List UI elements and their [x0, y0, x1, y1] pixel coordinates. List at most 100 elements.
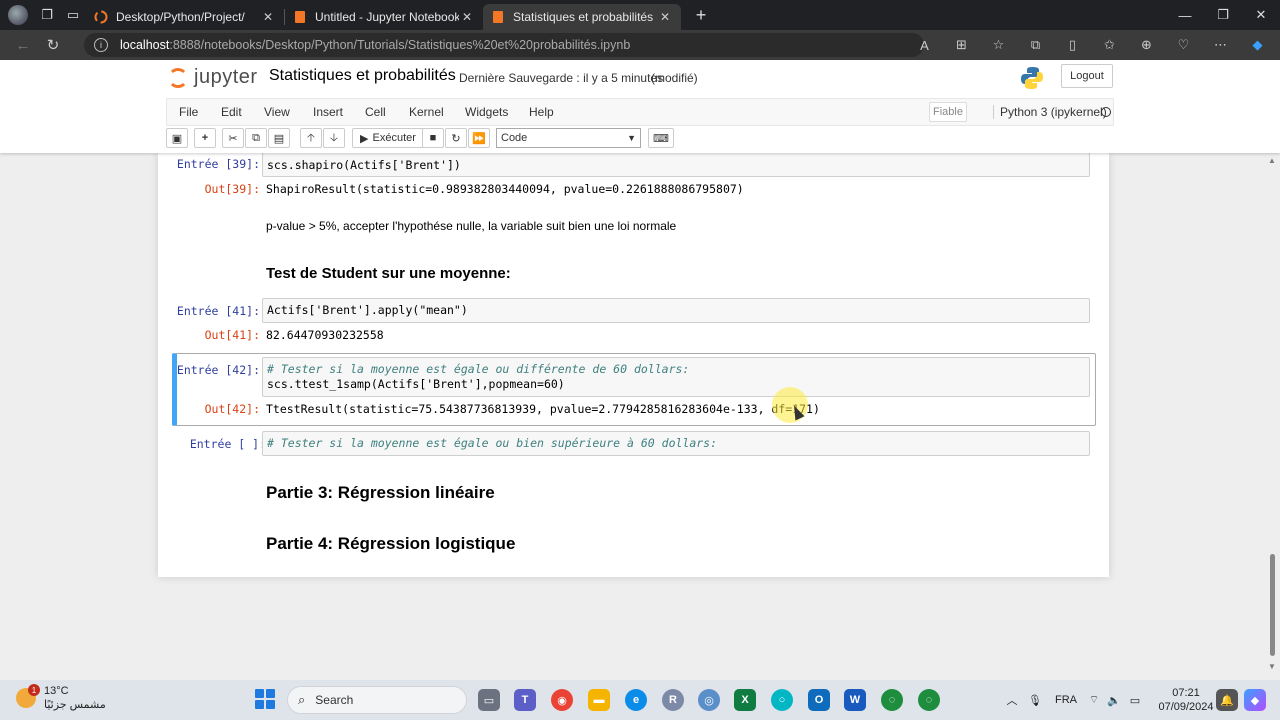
cut-icon[interactable]: ✂ [222, 128, 244, 148]
notification-bell-icon[interactable]: 🔔 [1216, 689, 1238, 711]
wifi-icon[interactable]: ⌔ [1084, 693, 1104, 707]
teams-icon[interactable]: T [514, 689, 536, 711]
restart-icon[interactable]: ↻ [445, 128, 467, 148]
app-ring-icon-2[interactable]: ◌ [918, 689, 940, 711]
favorite-star-icon[interactable]: ☆ [980, 30, 1017, 60]
favorites-icon[interactable]: ✩ [1091, 30, 1128, 60]
new-tab-icon[interactable]: + [689, 5, 713, 26]
code-input[interactable]: # Tester si la moyenne est égale ou diff… [262, 357, 1090, 397]
close-icon[interactable]: ✕ [657, 10, 673, 24]
menu-widgets[interactable]: Widgets [465, 105, 508, 119]
profile-avatar[interactable] [8, 5, 28, 25]
paste-icon[interactable]: ▤ [268, 128, 290, 148]
tab-statistiques[interactable]: Statistiques et probabilités - Jupy ✕ [483, 4, 681, 30]
scrollbar-thumb[interactable] [1270, 554, 1275, 656]
menu-file[interactable]: File [179, 105, 198, 119]
chrome-icon[interactable]: ◉ [551, 689, 573, 711]
notebook-title[interactable]: Statistiques et probabilités [269, 67, 456, 85]
copilot-taskbar-icon[interactable]: ◆ [1244, 689, 1266, 711]
workspaces-icon[interactable]: ❐ [34, 0, 60, 30]
start-button[interactable] [255, 689, 275, 709]
close-icon[interactable]: ✕ [459, 10, 475, 24]
move-up-icon[interactable]: 🡡 [300, 128, 322, 148]
microphone-icon[interactable]: 🎙 [1022, 694, 1048, 707]
minimize-icon[interactable]: — [1166, 0, 1204, 30]
taskbar-search[interactable]: ⌕ Search [287, 686, 467, 714]
cell-output: TtestResult(statistic=75.54387736813939,… [266, 402, 820, 416]
logout-button[interactable]: Logout [1061, 64, 1113, 88]
more-icon[interactable]: ⋯ [1202, 30, 1239, 60]
menu-cell[interactable]: Cell [365, 105, 386, 119]
r-icon[interactable]: R [662, 689, 684, 711]
weather-description: مشمس جزئيًا [44, 699, 106, 711]
markdown-text: p-value > 5%, accepter l'hypothése nulle… [266, 219, 677, 233]
windows-taskbar: 1 13°C مشمس جزئيًا ⌕ Search ▭ T ◉ ▬ e R … [0, 680, 1280, 720]
close-window-icon[interactable]: ✕ [1242, 0, 1280, 30]
copilot-icon[interactable]: ◆ [1239, 30, 1276, 60]
browser-address-bar: ← ↻ i localhost:8888/notebooks/Desktop/P… [0, 30, 1280, 60]
url-host: localhost [120, 38, 170, 52]
cell-type-select[interactable]: Code ▼ [496, 128, 641, 148]
kernel-name[interactable]: Python 3 (ipykernel) [993, 105, 1107, 119]
cursor-highlight [772, 387, 808, 423]
extensions-icon[interactable]: ⧉ [1017, 30, 1054, 60]
excel-icon[interactable]: X [734, 689, 756, 711]
outlook-icon[interactable]: O [808, 689, 830, 711]
split-screen-icon[interactable]: ▯ [1054, 30, 1091, 60]
reload-icon[interactable]: ↻ [38, 30, 68, 60]
copy-icon[interactable]: ⧉ [245, 128, 267, 148]
output-prompt: Out[42]: [204, 402, 260, 416]
code-input[interactable]: scs.shapiro(Actifs['Brent']) [262, 151, 1090, 177]
menu-edit[interactable]: Edit [221, 105, 242, 119]
tab-label: Untitled - Jupyter Notebook [315, 10, 459, 24]
tab-actions-icon[interactable]: ▭ [60, 0, 86, 30]
language-indicator[interactable]: FRA [1048, 694, 1084, 706]
run-button[interactable]: ▶ Exécuter [352, 128, 424, 148]
menu-view[interactable]: View [264, 105, 290, 119]
input-prompt: Entrée [ ]: [189, 437, 266, 451]
insert-cell-icon[interactable]: + [194, 128, 216, 148]
volume-icon[interactable]: 🔈 [1104, 694, 1124, 707]
jupyter-logo[interactable]: jupyter [168, 66, 258, 89]
weather-widget[interactable]: 1 13°C مشمس جزئيًا [16, 684, 106, 712]
tab-desktop-project[interactable]: Desktop/Python/Project/ ✕ [86, 4, 284, 30]
menu-kernel[interactable]: Kernel [409, 105, 444, 119]
scroll-down-icon[interactable]: ▼ [1268, 662, 1276, 671]
move-down-icon[interactable]: 🡣 [323, 128, 345, 148]
save-icon[interactable]: ▣ [166, 128, 188, 148]
file-explorer-icon[interactable]: ▬ [588, 689, 610, 711]
python-idle-icon[interactable]: ◎ [698, 689, 720, 711]
code-input[interactable]: Actifs['Brent'].apply("mean") [262, 298, 1090, 323]
close-icon[interactable]: ✕ [260, 10, 276, 24]
menu-insert[interactable]: Insert [313, 105, 343, 119]
tab-label: Statistiques et probabilités - Jupy [513, 10, 657, 24]
collections-icon[interactable]: ⊕ [1128, 30, 1165, 60]
code-input[interactable]: # Tester si la moyenne est égale ou bien… [262, 431, 1090, 456]
taskbar-clock[interactable]: 07:21 07/09/2024 [1158, 686, 1214, 714]
keyboard-icon[interactable]: ⌨ [648, 128, 674, 148]
word-icon[interactable]: W [844, 689, 866, 711]
browser-essentials-icon[interactable]: ♡ [1165, 30, 1202, 60]
battery-icon[interactable]: ▭ [1124, 694, 1146, 707]
app-ring-icon[interactable]: ◌ [881, 689, 903, 711]
page-scrollbar[interactable]: ▲ ▼ [1268, 60, 1276, 688]
info-icon[interactable]: i [94, 38, 108, 52]
temperature: 13°C [44, 685, 69, 697]
url-field[interactable]: i localhost:8888/notebooks/Desktop/Pytho… [84, 33, 924, 57]
menu-help[interactable]: Help [529, 105, 554, 119]
browser-tab-bar: ❐ ▭ Desktop/Python/Project/ ✕ Untitled -… [0, 0, 1280, 30]
read-aloud-icon[interactable]: A [906, 30, 943, 60]
markdown-heading: Partie 3: Régression linéaire [266, 483, 495, 502]
back-icon[interactable]: ← [8, 30, 38, 60]
trusted-indicator[interactable]: Fiable [929, 102, 967, 122]
fast-forward-icon[interactable]: ⏩ [468, 128, 490, 148]
app-icon[interactable]: ⊞ [943, 30, 980, 60]
chevron-up-icon[interactable]: ︿ [1002, 692, 1022, 708]
maximize-icon[interactable]: ❐ [1204, 0, 1242, 30]
scroll-up-icon[interactable]: ▲ [1268, 156, 1276, 165]
stop-icon[interactable]: ■ [422, 128, 444, 148]
task-view-icon[interactable]: ▭ [478, 689, 500, 711]
cortana-icon[interactable]: ○ [771, 689, 793, 711]
tab-untitled-notebook[interactable]: Untitled - Jupyter Notebook ✕ [285, 4, 483, 30]
edge-icon[interactable]: e [625, 689, 647, 711]
